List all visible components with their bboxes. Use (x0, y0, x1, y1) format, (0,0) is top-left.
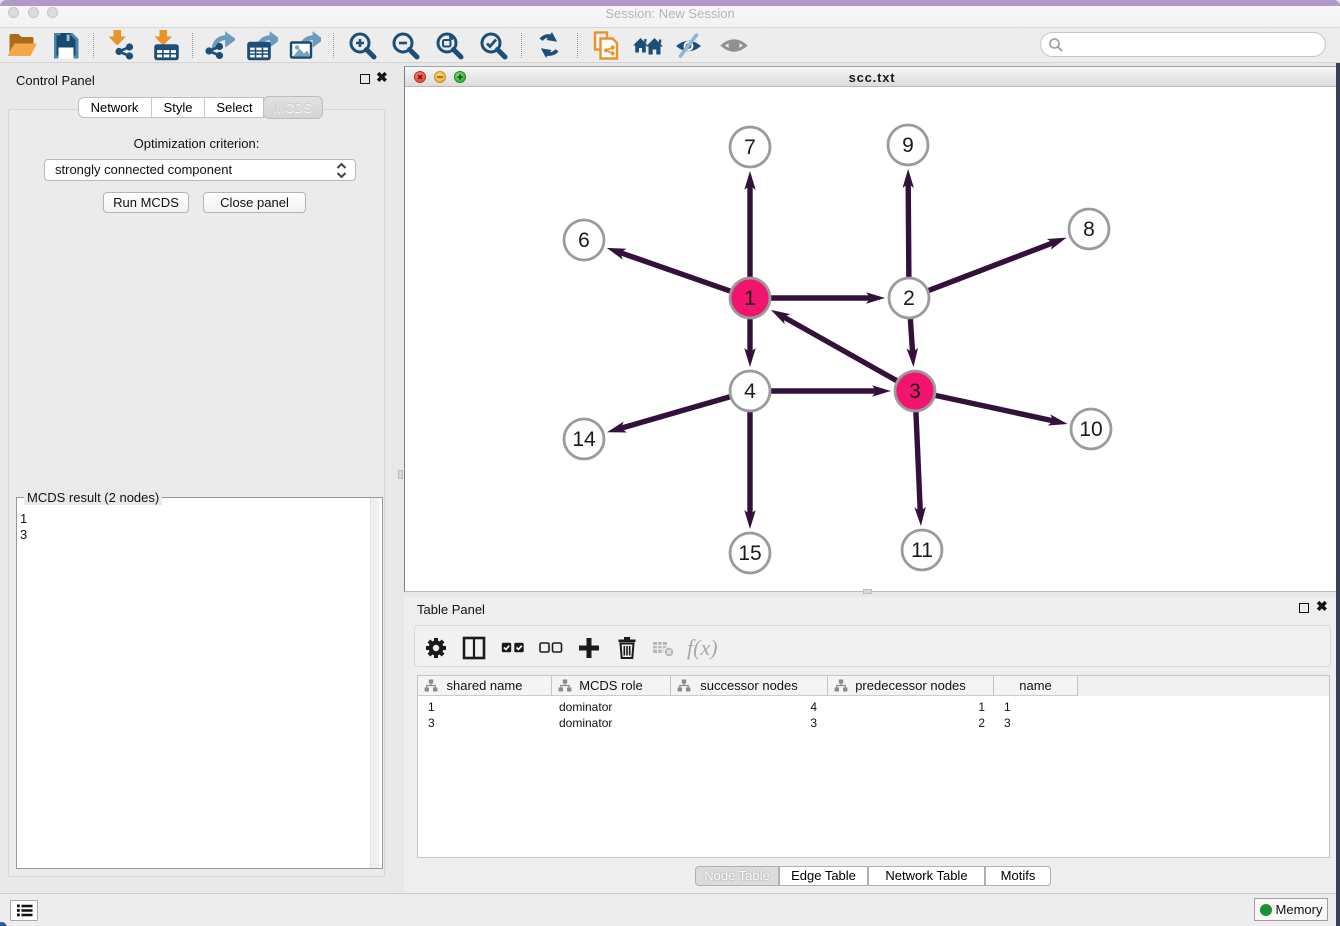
svg-text:8: 8 (1083, 218, 1095, 241)
svg-text:1: 1 (744, 287, 756, 310)
svg-text:6: 6 (578, 229, 590, 252)
svg-text:14: 14 (572, 428, 596, 451)
svg-text:15: 15 (738, 542, 761, 565)
svg-text:10: 10 (1079, 418, 1102, 441)
svg-text:9: 9 (902, 134, 914, 157)
svg-text:4: 4 (744, 380, 756, 403)
svg-text:11: 11 (911, 539, 933, 562)
svg-text:7: 7 (744, 136, 756, 159)
svg-text:2: 2 (903, 287, 915, 310)
svg-text:3: 3 (909, 380, 921, 403)
